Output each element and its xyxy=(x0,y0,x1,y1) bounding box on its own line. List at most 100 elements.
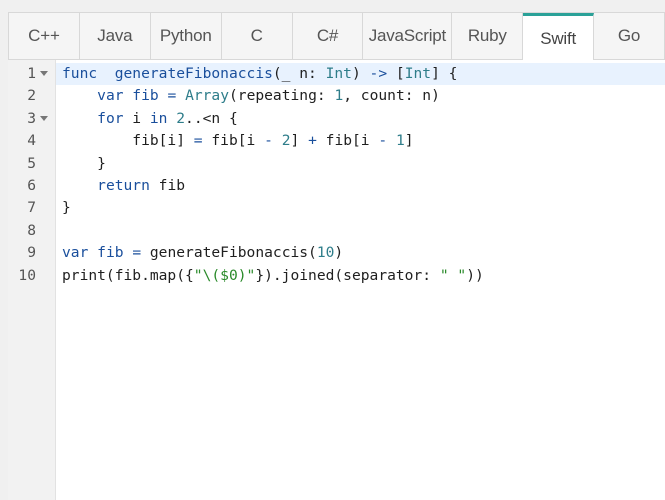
code-token: in xyxy=(149,109,168,127)
code-token: func xyxy=(62,65,98,82)
code-token: return xyxy=(97,176,150,194)
line-number: 1 xyxy=(27,65,36,82)
code-token: fib xyxy=(149,176,186,194)
line-number: 6 xyxy=(27,176,36,194)
code-token: fib xyxy=(123,87,159,105)
code-token: Array xyxy=(185,87,229,105)
code-token: , count: n) xyxy=(343,87,440,105)
line-number: 8 xyxy=(27,221,36,239)
code-line[interactable]: 5 } xyxy=(27,153,665,175)
code-token: for xyxy=(97,109,124,127)
code-token: = xyxy=(132,244,142,262)
code-line[interactable]: 1 func generateFibonaccis(_ n: Int) -> [I… xyxy=(27,63,665,86)
code-token: print(fib.map({ xyxy=(62,266,194,284)
code-token: 10 xyxy=(316,244,335,262)
tab-java[interactable]: Java xyxy=(80,13,151,59)
code-token: ] xyxy=(290,132,309,150)
tab-python[interactable]: Python xyxy=(151,13,222,59)
code-token: (_ n: xyxy=(272,65,326,82)
tab-csharp[interactable]: C# xyxy=(293,13,364,59)
fold-arrow-icon[interactable] xyxy=(40,115,48,121)
code-token: var xyxy=(97,87,124,105)
code-line[interactable]: 2 var fib = Array(repeating: 1, count: n… xyxy=(27,85,665,107)
code-token: " " xyxy=(439,266,467,284)
code-token: Int xyxy=(325,65,352,82)
code-editor[interactable]: 1 func generateFibonaccis(_ n: Int) -> [I… xyxy=(8,60,665,500)
code-text: print(fib.map({"\($0)"}).joined(separato… xyxy=(56,267,484,284)
code-token: i xyxy=(123,109,150,127)
line-number: 10 xyxy=(18,266,36,284)
code-text: } xyxy=(56,199,71,216)
fold-arrow-icon[interactable] xyxy=(40,71,48,76)
tab-swift[interactable]: Swift xyxy=(523,13,595,61)
code-line[interactable]: 10 print(fib.map({"\($0)"}).joined(separa… xyxy=(18,265,665,287)
code-widget: C++ Java Python C C# JavaScript Ruby Swift Go 1f… xyxy=(0,0,665,500)
code-line[interactable]: 6 return fib xyxy=(27,175,665,197)
code-line[interactable]: 4 fib[i] = fib[i - 2] + fib[i - 1] xyxy=(27,130,665,152)
line-number: 7 xyxy=(27,199,36,217)
code-token: + xyxy=(308,132,317,150)
code-token: = xyxy=(167,87,177,105)
code-token: fib[i] xyxy=(62,132,194,150)
code-text: } xyxy=(56,155,106,172)
code-token: ..<n { xyxy=(185,109,238,127)
code-token: "\($0)" xyxy=(193,266,256,284)
code-token: 2 xyxy=(176,109,186,127)
code-token: 1 xyxy=(334,87,344,105)
code-token: fib xyxy=(97,244,124,262)
code-token: fib[i xyxy=(316,132,379,150)
code-text: func generateFibonaccis(_ n: Int) -> [In… xyxy=(56,65,457,82)
code-text: for i in 2..<n { xyxy=(56,110,238,127)
code-token: = xyxy=(193,132,203,150)
code-line[interactable]: 8 xyxy=(27,220,665,242)
language-tabbar: C++ Java Python C C# JavaScript Ruby Swift Go xyxy=(8,12,665,61)
line-number: 2 xyxy=(27,87,36,105)
code-token: )) xyxy=(466,266,484,284)
code-token: -> xyxy=(369,65,388,82)
tab-cpp[interactable]: C++ xyxy=(9,13,80,59)
code-line[interactable]: 7} xyxy=(27,197,665,219)
code-token: } xyxy=(62,199,71,217)
code-token: } xyxy=(62,154,106,172)
tab-javascript[interactable]: JavaScript xyxy=(363,13,453,59)
line-number: 4 xyxy=(27,132,36,150)
line-number: 9 xyxy=(27,244,36,262)
code-text: var fib = generateFibonaccis(10) xyxy=(56,244,343,261)
line-number: 5 xyxy=(27,154,36,172)
code-token: generateFibonaccis xyxy=(114,65,273,82)
code-token: ] xyxy=(404,132,414,150)
code-token: - xyxy=(378,132,388,150)
code-token: fib[i xyxy=(202,132,265,150)
code-token: 2 xyxy=(281,132,291,150)
code-token: }).joined(separator: xyxy=(255,266,440,284)
code-token: - xyxy=(264,132,273,150)
code-token: (repeating: xyxy=(229,87,335,105)
code-token: ) xyxy=(351,65,370,82)
code-token: var xyxy=(62,244,89,262)
code-text: return fib xyxy=(56,177,185,194)
code-line[interactable]: 9 var fib = generateFibonaccis(10) xyxy=(27,242,665,264)
code-token: ] { xyxy=(431,65,458,82)
code-line[interactable]: 3 for i in 2..<n { xyxy=(27,108,665,130)
code-lines[interactable]: 1 func generateFibonaccis(_ n: Int) -> [I… xyxy=(18,63,665,287)
code-token: 1 xyxy=(395,132,405,150)
tab-ruby[interactable]: Ruby xyxy=(452,13,524,59)
code-token: ) xyxy=(334,244,344,262)
tab-go[interactable]: Go xyxy=(594,13,665,59)
code-text: var fib = Array(repeating: 1, count: n) xyxy=(56,87,440,104)
code-token: Int xyxy=(404,65,432,82)
code-token: [ xyxy=(387,65,405,82)
line-number: 3 xyxy=(27,109,36,127)
code-text: fib[i] = fib[i - 2] + fib[i - 1] xyxy=(56,132,414,150)
tab-c[interactable]: C xyxy=(222,13,293,59)
